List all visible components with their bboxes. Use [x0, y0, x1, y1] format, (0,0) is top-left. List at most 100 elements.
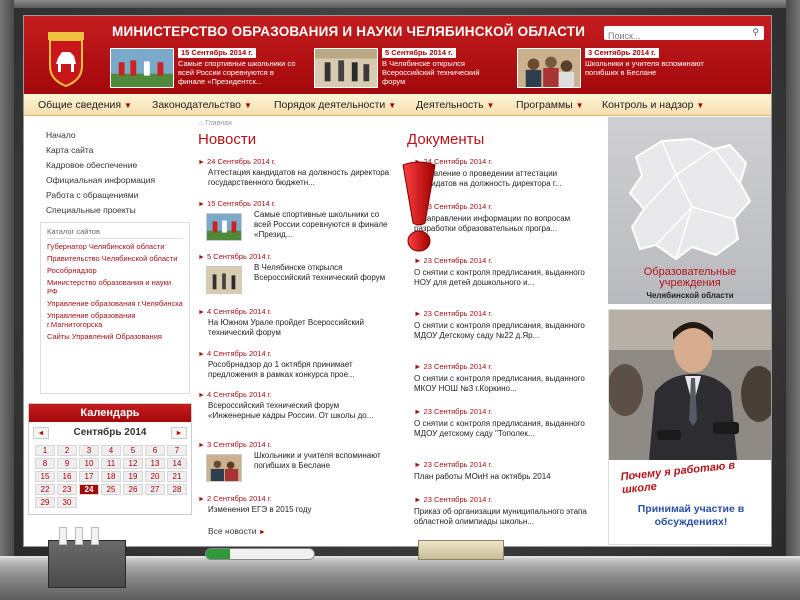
calendar-day[interactable]: 22: [35, 484, 55, 495]
left-nav-appeals[interactable]: Работа с обращениями: [46, 188, 196, 203]
document-item[interactable]: ► 23 Сентябрь 2014 г. О снятии с контрол…: [414, 362, 594, 394]
document-item[interactable]: ► 23 Сентябрь 2014 г. О направлении инфо…: [414, 202, 594, 234]
slide-3[interactable]: 3 Сентябрь 2014 г. Школьники и учителя в…: [517, 48, 707, 90]
news-item[interactable]: ► 3 Сентябрь 2014 г. Школьники и учителя…: [198, 440, 390, 488]
document-item[interactable]: ► 23 Сентябрь 2014 г. О снятии с контрол…: [414, 309, 594, 341]
document-text[interactable]: О снятии с контроля предлисания, выданно…: [414, 374, 594, 394]
news-text[interactable]: Изменения ЕГЭ в 2015 году: [208, 505, 390, 515]
catalog-link[interactable]: Управление образования г.Челябинска: [47, 299, 183, 308]
map-banner-title[interactable]: Образовательные учреждения: [612, 267, 768, 289]
document-text[interactable]: О снятии с контроля предлисания, выданно…: [414, 419, 594, 439]
news-text[interactable]: Самые спортивные школьники со всей Росси…: [254, 210, 390, 240]
news-text[interactable]: Школьники и учителя вспоминают погибших …: [254, 451, 390, 471]
calendar-day[interactable]: 18: [101, 471, 121, 482]
calendar-day[interactable]: 11: [101, 458, 121, 469]
news-title[interactable]: Новости: [198, 131, 256, 148]
slide-1[interactable]: 15 Сентябрь 2014 г. Самые спортивные шко…: [110, 48, 300, 90]
news-item[interactable]: ► 2 Сентябрь 2014 г. Изменения ЕГЭ в 201…: [198, 494, 390, 515]
calendar-day[interactable]: 3: [79, 445, 99, 456]
calendar-day[interactable]: 21: [167, 471, 187, 482]
nav-item-control[interactable]: Контроль и надзор ▼: [602, 99, 704, 111]
document-item[interactable]: ► 23 Сентябрь 2014 г. План работы МОиН н…: [414, 460, 594, 482]
discussion-promo-banner[interactable]: Почему я работаю в школе Принимай участи…: [608, 309, 772, 545]
calendar-day[interactable]: 28: [167, 484, 187, 495]
news-text[interactable]: Рособрнадзор до 1 октября принимает пред…: [208, 360, 390, 380]
calendar-day[interactable]: 26: [123, 484, 143, 495]
coat-of-arms-icon[interactable]: [36, 30, 96, 88]
news-item[interactable]: ► 5 Сентябрь 2014 г. В Челябинске открыл…: [198, 252, 390, 302]
slide-text[interactable]: Школьники и учителя вспоминают погибших …: [585, 59, 705, 77]
nav-item-programs[interactable]: Программы ▼: [516, 99, 584, 111]
left-nav-special-projects[interactable]: Специальные проекты: [46, 203, 196, 218]
calendar-day[interactable]: 23: [57, 484, 77, 495]
calendar-day[interactable]: 13: [145, 458, 165, 469]
calendar-day[interactable]: 10: [79, 458, 99, 469]
news-text[interactable]: В Челябинске открылся Всероссийский техн…: [254, 263, 390, 283]
calendar-prev-button[interactable]: ◄: [33, 427, 49, 439]
calendar-day[interactable]: 25: [101, 484, 121, 495]
left-nav-official-info[interactable]: Официальная информация: [46, 173, 196, 188]
news-item[interactable]: ► 4 Сентябрь 2014 г. На Южном Урале прой…: [198, 307, 390, 338]
catalog-link[interactable]: Министерство образования и науки РФ: [47, 278, 183, 296]
catalog-link[interactable]: Управление образования г.Магнитогорска: [47, 311, 183, 329]
document-text[interactable]: Приказ об организации муниципального эта…: [414, 507, 594, 527]
calendar-day[interactable]: 9: [57, 458, 77, 469]
document-item[interactable]: ► 23 Сентябрь 2014 г. Приказ об организа…: [414, 495, 594, 527]
slide-2[interactable]: 5 Сентябрь 2014 г. В Челябинске открылся…: [314, 48, 504, 90]
nav-item-procedure[interactable]: Порядок деятельности ▼: [274, 99, 396, 111]
document-text[interactable]: Объявление о проведении аттестации канди…: [414, 169, 594, 189]
calendar-day[interactable]: 8: [35, 458, 55, 469]
news-item[interactable]: ► 4 Сентябрь 2014 г. Всероссийский техни…: [198, 390, 390, 421]
news-text[interactable]: Аттестация кандидатов на должность дирек…: [208, 168, 390, 188]
left-nav-home[interactable]: Начало: [46, 128, 196, 143]
document-text[interactable]: О направлении информации по вопросам раз…: [414, 214, 594, 234]
calendar-day[interactable]: 19: [123, 471, 143, 482]
document-item[interactable]: ► 23 Сентябрь 2014 г. О снятии с контрол…: [414, 256, 594, 288]
document-text[interactable]: О снятии с контроля предлисания, выданно…: [414, 321, 594, 341]
news-text[interactable]: На Южном Урале пройдет Всероссийский тех…: [208, 318, 390, 338]
calendar-day[interactable]: 24: [79, 484, 99, 495]
slide-text[interactable]: Самые спортивные школьники со всей Росси…: [178, 59, 298, 86]
news-thumbnail[interactable]: [206, 454, 242, 482]
calendar-day[interactable]: 30: [57, 497, 77, 508]
documents-title[interactable]: Документы: [407, 131, 484, 148]
breadcrumb-home[interactable]: Главная: [205, 120, 232, 127]
document-item[interactable]: ► 23 Сентябрь 2014 г. О снятии с контрол…: [414, 407, 594, 439]
nav-item-general[interactable]: Общие сведения ▼: [38, 99, 132, 111]
calendar-day[interactable]: 5: [123, 445, 143, 456]
slide-image[interactable]: [110, 48, 174, 88]
news-thumbnail[interactable]: [206, 213, 242, 241]
document-text[interactable]: О снятии с контроля предлисания, выданно…: [414, 268, 594, 288]
search-input[interactable]: [604, 29, 734, 43]
breadcrumb[interactable]: ⌂ Главная: [199, 120, 232, 127]
calendar-day[interactable]: 16: [57, 471, 77, 482]
slide-text[interactable]: В Челябинске открылся Всероссийский техн…: [382, 59, 502, 86]
slide-image[interactable]: [314, 48, 378, 88]
calendar-day[interactable]: 7: [167, 445, 187, 456]
calendar-day[interactable]: 14: [167, 458, 187, 469]
calendar-day[interactable]: 12: [123, 458, 143, 469]
catalog-link[interactable]: Сайты Управлений Образования: [47, 332, 183, 341]
calendar-day[interactable]: 20: [145, 471, 165, 482]
teacher-photo[interactable]: [609, 310, 772, 460]
news-item[interactable]: ► 24 Сентябрь 2014 г. Аттестация кандида…: [198, 157, 390, 188]
catalog-link[interactable]: Правительство Челябинской области: [47, 254, 183, 263]
document-text[interactable]: План работы МОиН на октябрь 2014: [414, 472, 594, 482]
nav-item-activity[interactable]: Деятельность ▼: [416, 99, 494, 111]
institutions-map-banner[interactable]: Образовательные учреждения Челябинской о…: [608, 117, 771, 304]
news-item[interactable]: ► 4 Сентябрь 2014 г. Рособрнадзор до 1 о…: [198, 349, 390, 380]
promo-call-to-action[interactable]: Принимай участие в обсуждениях!: [615, 503, 767, 539]
catalog-link[interactable]: Рособрнадзор: [47, 266, 183, 275]
slide-image[interactable]: [517, 48, 581, 88]
search-icon[interactable]: ⚲: [752, 27, 759, 38]
document-item[interactable]: ► 24 Сентябрь 2014 г. Объявление о прове…: [414, 157, 594, 189]
nav-item-legislation[interactable]: Законодательство ▼: [152, 99, 252, 111]
all-news-link[interactable]: Все новости ►: [208, 526, 266, 536]
calendar-day[interactable]: 2: [57, 445, 77, 456]
news-text[interactable]: Всероссийский технический форум «Инженер…: [208, 401, 390, 421]
left-nav-staffing[interactable]: Кадровое обеспечение: [46, 158, 196, 173]
news-thumbnail[interactable]: [206, 266, 242, 294]
news-item[interactable]: ► 15 Сентябрь 2014 г. Самые спортивные ш…: [198, 199, 390, 249]
search-box[interactable]: ⚲: [604, 26, 764, 43]
calendar-day[interactable]: 6: [145, 445, 165, 456]
